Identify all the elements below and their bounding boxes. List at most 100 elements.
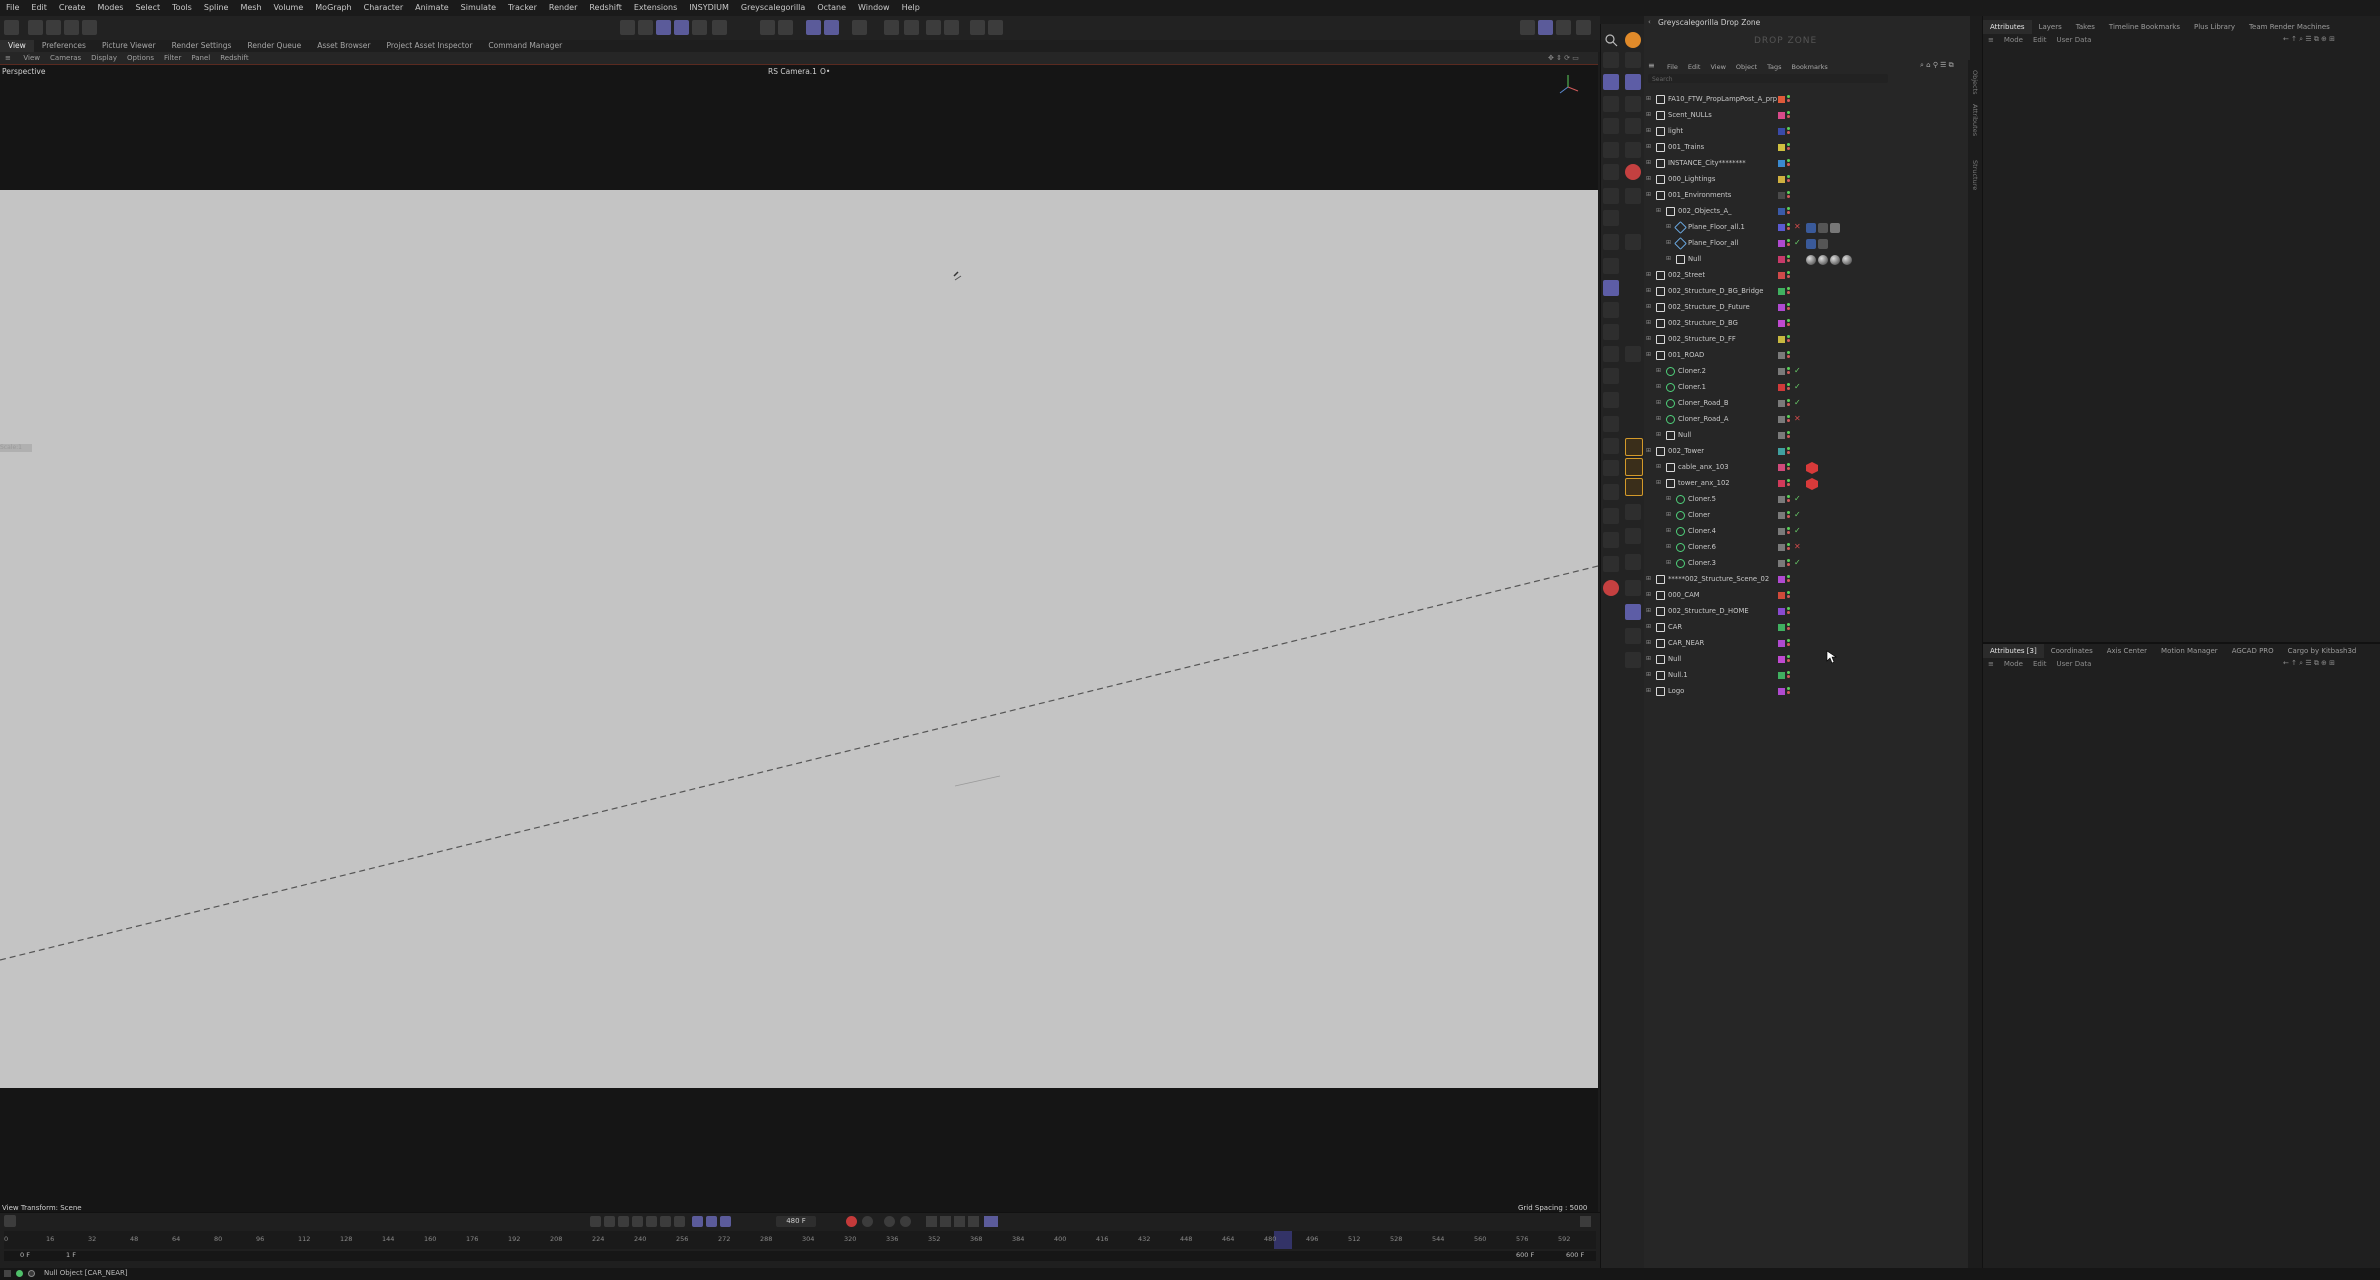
expand-toggle-icon[interactable]: ⊞ (1666, 224, 1672, 230)
side-tab-structure[interactable]: Structure (1971, 160, 1979, 190)
viewport-menu-display[interactable]: Display (86, 52, 122, 64)
tag-icon[interactable] (1603, 508, 1619, 524)
object-name[interactable]: 001_Environments (1668, 191, 1731, 199)
visibility-dots[interactable] (1787, 175, 1791, 185)
object-name[interactable]: 001_Trains (1668, 143, 1704, 151)
viewport-hamburger-icon[interactable]: ≡ (0, 52, 16, 64)
object-name[interactable]: CAR_NEAR (1668, 639, 1704, 647)
object-row[interactable]: ⊞ 001_ROAD (1644, 348, 1970, 364)
settings-gear-icon[interactable] (1576, 20, 1591, 35)
object-manager-menu-bookmarks[interactable]: Bookmarks (1786, 63, 1832, 71)
object-row[interactable]: ⊞ 002_Structure_D_BG_Bridge (1644, 284, 1970, 300)
visibility-dots[interactable] (1787, 207, 1791, 217)
object-name[interactable]: Cloner.6 (1688, 543, 1716, 551)
menu-select[interactable]: Select (129, 0, 166, 16)
paint-icon[interactable] (1625, 346, 1641, 362)
previous-key-icon[interactable] (604, 1216, 615, 1227)
layer-color-swatch[interactable] (1778, 208, 1785, 215)
layer-color-swatch[interactable] (1778, 672, 1785, 679)
menu-simulate[interactable]: Simulate (455, 0, 502, 16)
object-row[interactable]: ⊞ Scent_NULLs (1644, 108, 1970, 124)
object-row[interactable]: ⊞ Null (1644, 652, 1970, 668)
model-icon[interactable] (1603, 74, 1619, 90)
texture-mode-icon[interactable] (674, 20, 689, 35)
visibility-dots[interactable] (1787, 623, 1791, 633)
object-row[interactable]: ⊞ Cloner.5 (1644, 492, 1970, 508)
stop-icon[interactable] (1603, 580, 1619, 596)
expand-toggle-icon[interactable]: ⊞ (1656, 208, 1662, 214)
visibility-dots[interactable] (1787, 351, 1791, 361)
tab-view[interactable]: View (0, 40, 34, 52)
material-tag-icon[interactable] (1818, 223, 1828, 233)
picture-viewer-icon[interactable] (1538, 20, 1553, 35)
extra-tool-icon[interactable] (1625, 652, 1641, 668)
object-name[interactable]: 000_Lightings (1668, 175, 1715, 183)
visibility-dots[interactable] (1787, 687, 1791, 697)
greyscalegorilla-logo-icon[interactable] (1625, 32, 1641, 48)
magnet-icon[interactable] (760, 20, 775, 35)
cloner-tool-icon[interactable] (1625, 528, 1641, 544)
expand-toggle-icon[interactable]: ⊞ (1646, 320, 1652, 326)
visibility-dots[interactable] (1787, 607, 1791, 617)
go-to-start-icon[interactable] (590, 1216, 601, 1227)
attributes-bottom-tab-attributes-3-[interactable]: Attributes [3] (1983, 644, 2044, 658)
object-name[interactable]: Cloner_Road_B (1678, 399, 1729, 407)
timeline-range-bar[interactable]: 0 F 1 F 600 F 600 F (4, 1251, 1596, 1261)
render-view-icon[interactable] (884, 20, 899, 35)
generator-enabled-icon[interactable]: ✓ (1794, 494, 1801, 503)
render-region-icon[interactable] (852, 20, 867, 35)
material-sphere-tag-icon[interactable] (1842, 255, 1852, 265)
object-row[interactable]: ⊞ 002_Street (1644, 268, 1970, 284)
object-name[interactable]: FA10_FTW_PropLampPost_A_prp (1668, 95, 1777, 103)
layer-color-swatch[interactable] (1778, 304, 1785, 311)
object-name[interactable]: Null.1 (1668, 671, 1688, 679)
tab-command-manager[interactable]: Command Manager (480, 40, 570, 52)
points-mode-icon[interactable] (692, 20, 707, 35)
render-settings-icon[interactable] (970, 20, 985, 35)
timeline-ruler[interactable]: 0 16 32 48 64 80 96 112 128 144 160 176 192 208 224 240… (4, 1231, 1596, 1249)
object-row[interactable]: ⊞ INSTANCE_City******** (1644, 156, 1970, 172)
object-name[interactable]: 002_Structure_D_FF (1668, 335, 1736, 343)
object-name[interactable]: 002_Objects_A_ (1678, 207, 1732, 215)
attributes-top-tab-plus-library[interactable]: Plus Library (2187, 20, 2242, 34)
tab-render-queue[interactable]: Render Queue (239, 40, 309, 52)
visibility-dots[interactable] (1787, 255, 1791, 265)
expand-toggle-icon[interactable]: ⊞ (1666, 560, 1672, 566)
compositing-tag-icon[interactable] (1806, 223, 1816, 233)
menu-modes[interactable]: Modes (91, 0, 129, 16)
visibility-dots[interactable] (1787, 559, 1791, 569)
expand-toggle-icon[interactable]: ⊞ (1646, 688, 1652, 694)
object-row[interactable]: ⊞ 002_Structure_D_HOME (1644, 604, 1970, 620)
object-row[interactable]: ⊞ 000_CAM (1644, 588, 1970, 604)
expand-toggle-icon[interactable]: ⊞ (1656, 400, 1662, 406)
recording-icon[interactable] (1625, 164, 1641, 180)
object-name[interactable]: Cloner.2 (1678, 367, 1706, 375)
layer-color-swatch[interactable] (1778, 480, 1785, 487)
menu-help[interactable]: Help (896, 0, 926, 16)
attributes-top-hamburger-icon[interactable]: ≡ (1983, 34, 1999, 46)
object-row[interactable]: ⊞ Cloner.3 (1644, 556, 1970, 572)
bounce-icon[interactable] (706, 1216, 717, 1227)
visibility-dots[interactable] (1787, 239, 1791, 249)
axis-mode-icon[interactable] (1603, 142, 1619, 158)
material-tag-icon[interactable] (1818, 239, 1828, 249)
layer-color-swatch[interactable] (1778, 368, 1785, 375)
menu-insydium[interactable]: INSYDIUM (683, 0, 735, 16)
sphere-icon[interactable] (1625, 234, 1641, 250)
generator-enabled-icon[interactable]: ✓ (1794, 382, 1801, 391)
deformer-icon[interactable] (1603, 416, 1619, 432)
expand-toggle-icon[interactable]: ⊞ (1646, 288, 1652, 294)
layer-color-swatch[interactable] (1778, 416, 1785, 423)
layer-color-swatch[interactable] (1778, 656, 1785, 663)
object-manager-scrollbar[interactable] (1968, 60, 1974, 1268)
expand-toggle-icon[interactable]: ⊞ (1666, 512, 1672, 518)
interactive-render-icon[interactable] (944, 20, 959, 35)
menu-render[interactable]: Render (543, 0, 583, 16)
expand-toggle-icon[interactable]: ⊞ (1646, 192, 1652, 198)
object-row[interactable]: ⊞ Cloner (1644, 508, 1970, 524)
layer-color-swatch[interactable] (1778, 400, 1785, 407)
visibility-dots[interactable] (1787, 495, 1791, 505)
attributes-top-tab-takes[interactable]: Takes (2069, 20, 2102, 34)
layer-color-swatch[interactable] (1778, 256, 1785, 263)
expand-toggle-icon[interactable]: ⊞ (1646, 128, 1652, 134)
